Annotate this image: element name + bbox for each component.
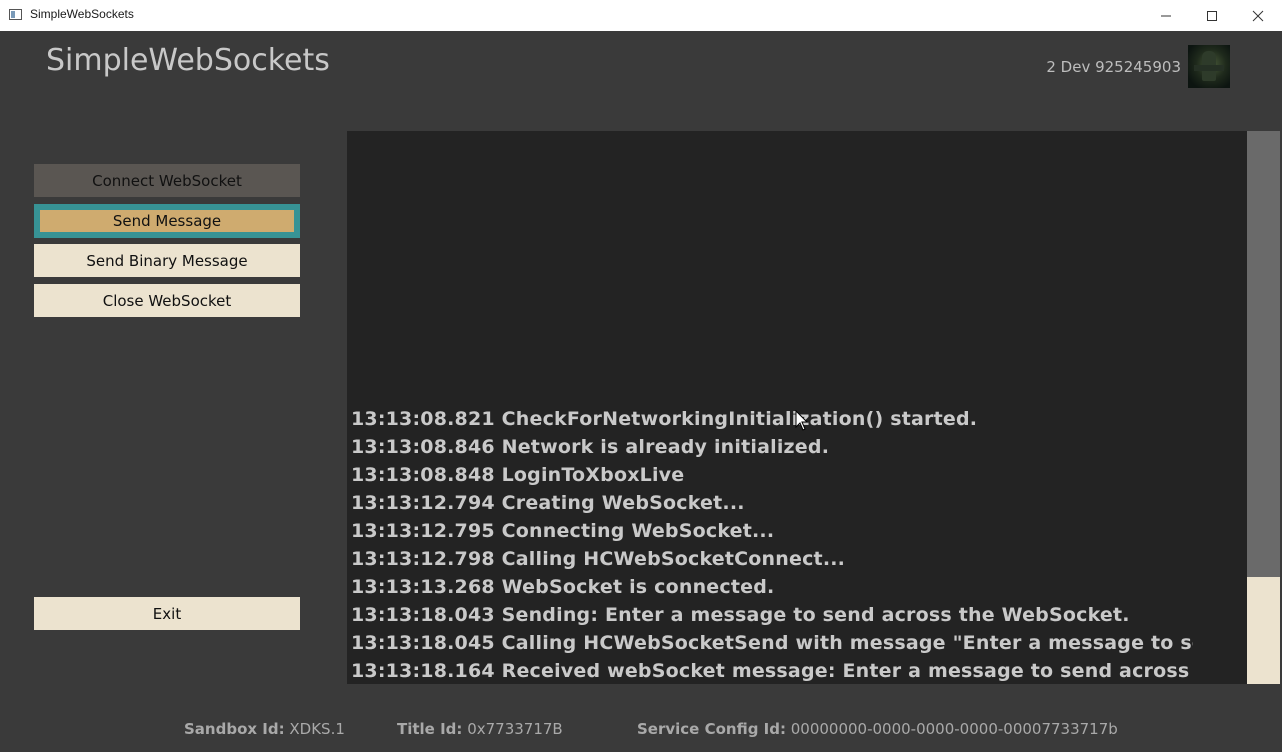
log-line: 13:13:12.798 Calling HCWebSocketConnect.… xyxy=(351,548,846,570)
title-id: Title Id: 0x7733717B xyxy=(397,720,563,738)
close-window-button[interactable] xyxy=(1235,0,1281,31)
title-id-value: 0x7733717B xyxy=(467,720,563,738)
app-title: SimpleWebSockets xyxy=(46,43,330,78)
log-line: 13:13:08.848 LoginToXboxLive xyxy=(351,464,685,486)
maximize-icon xyxy=(1207,10,1217,21)
log-scrollbar[interactable] xyxy=(1247,131,1280,684)
window-titlebar: SimpleWebSockets xyxy=(0,0,1282,32)
connect-websocket-button[interactable]: Connect WebSocket xyxy=(34,164,300,197)
scrollbar-thumb[interactable] xyxy=(1247,577,1280,684)
app-icon xyxy=(9,9,22,20)
minimize-icon xyxy=(1161,15,1171,16)
log-panel[interactable]: 13:13:08.821 CheckForNetworkingInitializ… xyxy=(347,131,1247,684)
title-id-label: Title Id: xyxy=(397,720,463,738)
log-line: 13:13:12.795 Connecting WebSocket... xyxy=(351,520,775,542)
avatar xyxy=(1188,45,1230,88)
mouse-cursor-icon xyxy=(795,410,809,431)
close-websocket-button[interactable]: Close WebSocket xyxy=(34,284,300,317)
log-line: 13:13:08.846 Network is already initiali… xyxy=(351,436,830,458)
sandbox-id: Sandbox Id: XDKS.1 xyxy=(184,720,345,738)
send-message-button[interactable]: Send Message xyxy=(34,204,300,238)
log-line: 13:13:18.045 Calling HCWebSocketSend wit… xyxy=(351,632,1193,654)
send-binary-message-button[interactable]: Send Binary Message xyxy=(34,244,300,277)
gamertag-label: 2 Dev 925245903 xyxy=(1046,58,1181,76)
maximize-button[interactable] xyxy=(1189,0,1235,31)
sandbox-id-label: Sandbox Id: xyxy=(184,720,285,738)
window-title: SimpleWebSockets xyxy=(30,7,134,21)
log-line: 13:13:18.164 Received webSocket message:… xyxy=(351,660,1193,682)
log-line: 13:13:08.821 CheckForNetworkingInitializ… xyxy=(351,408,978,430)
log-line: 13:13:18.043 Sending: Enter a message to… xyxy=(351,604,1130,626)
sandbox-id-value: XDKS.1 xyxy=(289,720,345,738)
app-header: SimpleWebSockets 2 Dev 925245903 xyxy=(0,31,1282,131)
exit-button[interactable]: Exit xyxy=(34,597,300,630)
minimize-button[interactable] xyxy=(1143,0,1189,31)
status-footer: Sandbox Id: XDKS.1 Title Id: 0x7733717B … xyxy=(0,684,1282,752)
log-line: 13:13:12.794 Creating WebSocket... xyxy=(351,492,745,514)
service-config-id-label: Service Config Id: xyxy=(637,720,786,738)
service-config-id: Service Config Id: 00000000-0000-0000-00… xyxy=(637,720,1118,738)
log-line: 13:13:13.268 WebSocket is connected. xyxy=(351,576,775,598)
close-icon xyxy=(1252,10,1264,21)
service-config-id-value: 00000000-0000-0000-0000-00007733717b xyxy=(790,720,1118,738)
